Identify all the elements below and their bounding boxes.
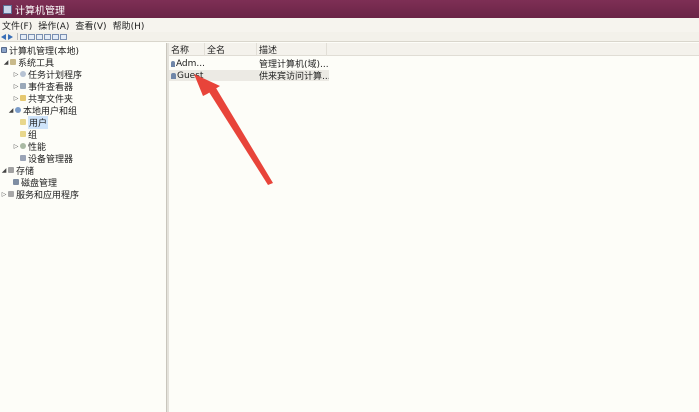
computer-management-icon: [3, 4, 12, 14]
tree-item-root[interactable]: 计算机管理(本地): [1, 44, 79, 57]
row-fullname-cell: [207, 58, 257, 69]
collapse-icon[interactable]: ◢: [1, 167, 7, 174]
export-list-icon[interactable]: [44, 33, 51, 40]
toolbar: [0, 32, 699, 42]
tree-item-event-viewer[interactable]: ▷ 事件查看器: [13, 80, 73, 93]
folder-icon: [20, 119, 26, 125]
tree-item-users[interactable]: 用户: [20, 115, 49, 129]
tree-item-services-apps[interactable]: ▷ 服务和应用程序: [1, 188, 79, 201]
tree-item-groups[interactable]: 组: [20, 128, 37, 141]
expand-icon[interactable]: ▷: [13, 83, 19, 90]
tree-item-system-tools[interactable]: ◢ 系统工具: [3, 56, 54, 69]
disk-icon: [13, 179, 19, 185]
menu-bar: 文件(F) 操作(A) 查看(V) 帮助(H): [0, 18, 699, 32]
clock-icon: [20, 71, 26, 77]
tree-item-storage[interactable]: ◢ 存储: [1, 164, 34, 177]
tree-item-device-manager[interactable]: 设备管理器: [13, 152, 73, 165]
back-button[interactable]: [1, 33, 7, 40]
tree-item-local-users-groups[interactable]: ◢ 本地用户和组: [8, 104, 77, 117]
list-header: 名称 全名 描述: [169, 43, 699, 56]
users-list-view: 名称 全名 描述 Adm... 管理计算机(域)... Guest 供来宾访问计…: [169, 43, 699, 412]
user-icon: [171, 60, 175, 67]
menu-view[interactable]: 查看(V): [75, 19, 106, 32]
column-header-fullname[interactable]: 全名: [205, 43, 257, 56]
window-title: 计算机管理: [15, 5, 65, 17]
refresh-icon[interactable]: [36, 33, 43, 40]
expand-icon[interactable]: ▷: [13, 95, 19, 102]
tree-item-performance[interactable]: ▷ 性能: [13, 140, 46, 153]
tree-item-shared-folders[interactable]: ▷ 共享文件夹: [13, 92, 73, 105]
performance-icon: [20, 143, 26, 149]
up-level-icon[interactable]: [20, 33, 27, 40]
title-bar: 计算机管理: [0, 0, 699, 18]
menu-file[interactable]: 文件(F): [2, 19, 32, 32]
row-name-cell: Adm...: [171, 58, 205, 69]
menu-action[interactable]: 操作(A): [38, 19, 69, 32]
column-header-description[interactable]: 描述: [257, 43, 327, 56]
menu-help[interactable]: 帮助(H): [113, 19, 145, 32]
column-header-name[interactable]: 名称: [169, 43, 205, 56]
expand-icon[interactable]: ▷: [13, 143, 19, 150]
tools-icon: [10, 59, 16, 65]
device-manager-icon: [20, 155, 26, 161]
storage-icon: [8, 167, 14, 173]
table-row[interactable]: Adm... 管理计算机(域)...: [169, 58, 329, 69]
tree-item-task-scheduler[interactable]: ▷ 任务计划程序: [13, 68, 82, 81]
tree-item-disk-management[interactable]: 磁盘管理: [13, 176, 57, 189]
help-icon[interactable]: [52, 33, 59, 40]
row-name-cell: Guest: [171, 70, 205, 81]
expand-icon[interactable]: ▷: [1, 191, 7, 198]
toolbar-separator: [17, 33, 18, 40]
row-description-cell: 供来宾访问计算...: [259, 72, 329, 81]
user-icon: [171, 72, 176, 79]
row-fullname-cell: [207, 70, 257, 81]
shared-folder-icon: [20, 95, 26, 101]
event-viewer-icon: [20, 83, 26, 89]
back-arrow-icon: [1, 33, 6, 40]
show-hide-tree-icon[interactable]: [28, 33, 35, 40]
expand-icon[interactable]: ▷: [13, 71, 19, 78]
forward-button[interactable]: [8, 33, 14, 40]
collapse-icon[interactable]: ◢: [3, 59, 9, 66]
folder-icon: [20, 131, 26, 137]
computer-icon: [1, 47, 7, 53]
table-row[interactable]: Guest 供来宾访问计算...: [169, 70, 329, 81]
collapse-icon[interactable]: ◢: [8, 107, 14, 114]
users-group-icon: [15, 107, 21, 113]
forward-arrow-icon: [8, 33, 13, 40]
services-icon: [8, 191, 14, 197]
row-description-cell: 管理计算机(域)...: [259, 60, 329, 69]
console-tree: 计算机管理(本地) ◢ 系统工具 ▷ 任务计划程序 ▷ 事件查看器 ▷ 共享文件…: [0, 43, 166, 412]
properties-icon[interactable]: [60, 33, 67, 40]
